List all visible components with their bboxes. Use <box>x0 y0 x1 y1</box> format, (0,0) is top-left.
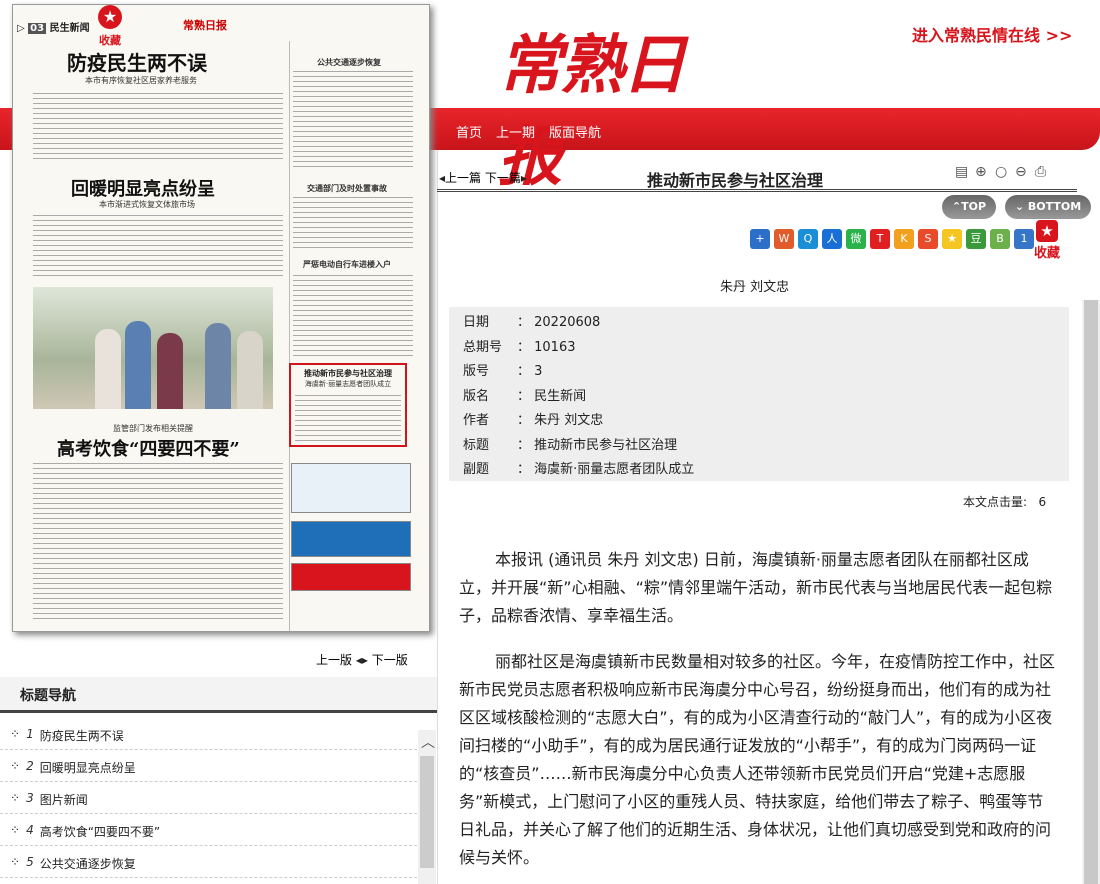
hit-count: 本文点击量: 6 <box>963 495 1047 509</box>
paper-text-block <box>33 213 283 279</box>
share-more-icon[interactable]: + <box>750 229 770 249</box>
meta-row: 副题： 海虞新·丽量志愿者团队成立 <box>463 462 695 477</box>
share-sohu-icon[interactable]: S <box>918 229 938 249</box>
scroll-bottom-button[interactable]: ⌄ BOTTOM <box>1005 195 1091 219</box>
paper-photo[interactable] <box>33 287 273 409</box>
paper-text-block <box>293 69 413 171</box>
paper-subhead-3: 监管部门发布相关提醒 <box>113 424 193 433</box>
page-pager: 上一版 ◂▸ 下一版 <box>316 651 408 668</box>
article-tools: ▤ ⊕ ○ ⊖ ⎙ <box>955 164 1051 182</box>
diamond-icon: ⁘ <box>10 791 21 805</box>
zoom-reset-icon[interactable]: ○ <box>995 164 1011 182</box>
share-star-icon[interactable]: ★ <box>942 229 962 249</box>
zoom-in-icon[interactable]: ⊕ <box>975 164 991 182</box>
zoom-out-icon[interactable]: ⊖ <box>1015 164 1031 182</box>
list-item[interactable]: ⁘ 4 高考饮食“四要四不要” <box>0 814 417 846</box>
paper-masthead: 常熟日报 <box>183 19 227 32</box>
meta-row: 作者： 朱丹 刘文忠 <box>463 413 604 428</box>
diamond-icon: ⁘ <box>10 759 21 773</box>
title-nav-list: ⁘ 1 防疫民生两不误 ⁘ 2 回暖明显亮点纷呈 ⁘ 3 图片新闻 ⁘ 4 高考饮食“四要四不要… <box>0 718 417 878</box>
share-kaixin-icon[interactable]: K <box>894 229 914 249</box>
person-figure <box>237 331 263 409</box>
next-page-link[interactable]: 下一版 <box>372 653 408 667</box>
page-label: ▷ 03 民生新闻 <box>17 23 90 34</box>
next-arrow-icon: ▸ <box>361 653 368 667</box>
article-prev-next: ◂上一篇 下一篇▸ <box>439 169 527 186</box>
paper-fav-button[interactable]: ★ 收藏 <box>93 5 127 47</box>
title-nav-heading: 标题导航 <box>0 677 437 713</box>
diamond-icon: ⁘ <box>10 855 21 869</box>
article-panel: ◂上一篇 下一篇▸ 推动新市民参与社区治理 ▤ ⊕ ○ ⊖ ⎙ ⌃TOP ⌄ B… <box>437 150 1100 884</box>
article-title: 推动新市民参与社区治理 <box>647 171 824 190</box>
share-bar: + W Q 人 微 T K S ★ 豆 B 1 <box>750 229 1034 249</box>
article-author: 朱丹 刘文忠 <box>720 280 790 295</box>
print-icon[interactable]: ⎙ <box>1035 164 1051 182</box>
paper-side-head-1[interactable]: 公共交通逐步恢复 <box>317 57 381 68</box>
person-figure <box>125 321 151 409</box>
share-renren-icon[interactable]: 人 <box>822 229 842 249</box>
diamond-icon: ⁘ <box>10 727 21 741</box>
paper-ad-2[interactable] <box>291 521 411 557</box>
nav-home[interactable]: 首页 <box>456 122 482 141</box>
paper-text-block <box>33 461 283 621</box>
article-paragraph-2: 丽都社区是海虞镇新市民数量相对较多的社区。今年，在疫情防控工作中，社区新市民党员… <box>459 652 1056 867</box>
next-article-link[interactable]: 下一篇 <box>485 171 521 185</box>
paper-text-block <box>293 195 413 251</box>
site-logo: 常熟日报 <box>498 28 686 195</box>
scroll-top-button[interactable]: ⌃TOP <box>942 195 996 219</box>
meta-row: 标题： 推动新市民参与社区治理 <box>463 437 678 453</box>
diamond-icon: ⁘ <box>10 823 21 837</box>
prev-page-link[interactable]: 上一版 <box>316 653 352 667</box>
share-bookmark-icon[interactable]: B <box>990 229 1010 249</box>
list-item[interactable]: ⁘ 3 图片新闻 <box>0 782 417 814</box>
meta-row: 版名： 民生新闻 <box>463 388 587 404</box>
share-wechat-icon[interactable]: 微 <box>846 229 866 249</box>
minqing-online-link[interactable]: 进入常熟民情在线 >> <box>912 22 1072 46</box>
meta-row: 总期号： 10163 <box>463 339 576 355</box>
nav-prev-issue[interactable]: 上一期 <box>496 122 535 141</box>
list-item[interactable]: ⁘ 5 公共交通逐步恢复 <box>0 846 417 878</box>
next-arrow-icon: ▸ <box>520 171 527 185</box>
paper-headline-3[interactable]: 高考饮食“四要四不要” <box>57 435 240 461</box>
newspaper-page-image[interactable]: ▷ 03 民生新闻 ★ 收藏 常熟日报 防疫民生两不误 本市有序恢复社区居家养老服… <box>12 4 430 632</box>
share-tencent-icon[interactable]: T <box>870 229 890 249</box>
meta-row: 版号： 3 <box>463 364 543 379</box>
person-figure <box>157 333 183 409</box>
article-meta-table: 日期： 20220608 总期号： 10163 版号： 3 版名： 民生新闻 作… <box>449 307 1069 481</box>
star-icon: ★ <box>1036 220 1058 242</box>
share-douban-icon[interactable]: 豆 <box>966 229 986 249</box>
paper-headline-2[interactable]: 回暖明显亮点纷呈 <box>71 175 215 201</box>
paper-side-head-2[interactable]: 交通部门及时处置事故 <box>307 183 387 194</box>
page-scrollbar[interactable] <box>1082 300 1100 884</box>
prev-article-link[interactable]: 上一篇 <box>445 171 481 185</box>
current-article-highlight[interactable]: 推动新市民参与社区治理 海虞新·丽量志愿者团队成立 <box>289 363 407 447</box>
list-item[interactable]: ⁘ 2 回暖明显亮点纷呈 <box>0 750 417 782</box>
paper-side-head-3[interactable]: 严惩电动自行车进楼入户 <box>303 259 391 270</box>
column-divider <box>289 41 290 631</box>
article-fav-button[interactable]: ★ 收藏 <box>1030 220 1064 261</box>
paper-subhead-2: 本市渐进式恢复文体旅市场 <box>99 200 195 209</box>
meta-row: 日期： 20220608 <box>463 315 601 330</box>
paper-text-block <box>293 273 413 357</box>
list-item[interactable]: ⁘ 1 防疫民生两不误 <box>0 718 417 750</box>
paper-ad-3[interactable] <box>291 563 411 591</box>
paper-subhead-1: 本市有序恢复社区居家养老服务 <box>85 76 197 85</box>
scroll-up-icon[interactable]: ︿ <box>421 732 435 752</box>
article-paragraph-1: 本报讯 (通讯员 朱丹 刘文忠) 日前，海虞镇新·丽量志愿者团队在丽都社区成立，… <box>459 550 1053 625</box>
paper-text-block <box>33 91 283 163</box>
share-qzone-icon[interactable]: Q <box>798 229 818 249</box>
star-icon: ★ <box>98 5 122 29</box>
main-nav: 首页 上一期 版面导航 <box>456 122 601 141</box>
title-nav-scrollbar[interactable]: ︿ <box>418 730 436 884</box>
paper-headline-1[interactable]: 防疫民生两不误 <box>67 47 207 76</box>
person-figure <box>205 323 231 409</box>
share-weibo-icon[interactable]: W <box>774 229 794 249</box>
article-header: ◂上一篇 下一篇▸ 推动新市民参与社区治理 ▤ ⊕ ○ ⊖ ⎙ <box>437 162 1077 192</box>
nav-page-guide[interactable]: 版面导航 <box>549 122 601 141</box>
person-figure <box>95 329 121 409</box>
text-view-icon[interactable]: ▤ <box>955 164 971 182</box>
paper-ad-1[interactable] <box>291 463 411 513</box>
